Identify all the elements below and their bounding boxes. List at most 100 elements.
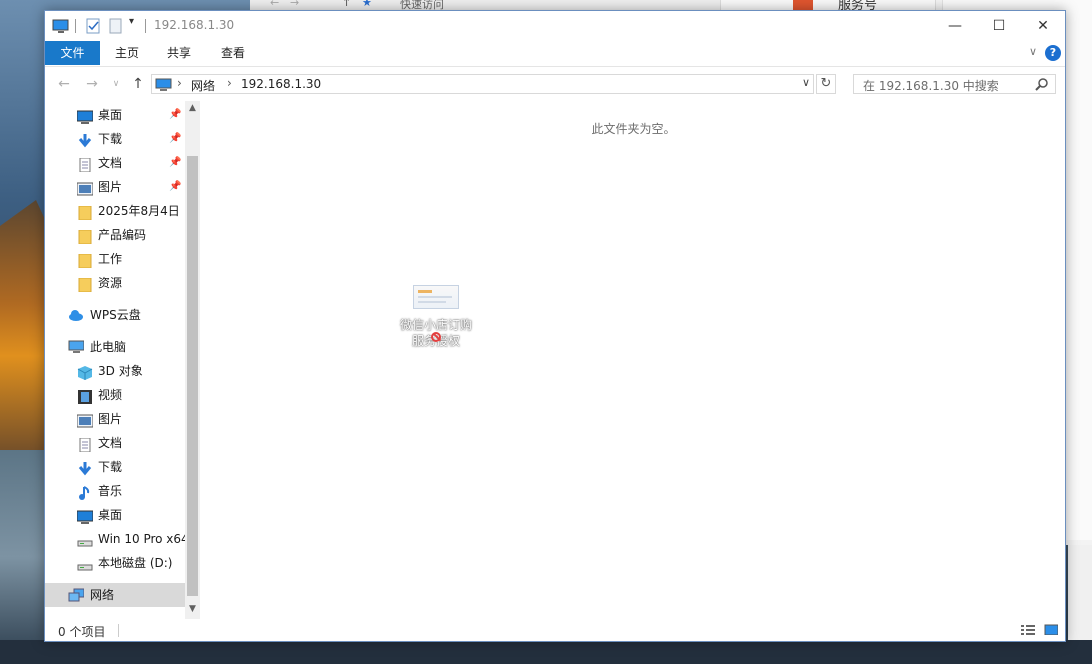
nav-item-pc-4[interactable]: 下载 <box>45 455 185 479</box>
nav-item-quick-access-1[interactable]: 下载 📌 <box>45 127 185 151</box>
tab-share[interactable]: 共享 <box>157 41 201 65</box>
folder-icon <box>77 252 93 269</box>
navigation-bar: ← → ∨ ↑ › 网络 › 192.168.1.30 ∨ ↻ 在 192.16… <box>45 67 1065 101</box>
divider <box>145 19 146 33</box>
nav-item-pc-1[interactable]: 视频 <box>45 383 185 407</box>
computer-icon <box>68 340 84 353</box>
forward-button[interactable]: → <box>81 75 103 93</box>
document-icon <box>77 156 93 173</box>
search-icon[interactable] <box>1035 77 1049 91</box>
scroll-thumb[interactable] <box>187 156 198 596</box>
scroll-up-icon[interactable]: ▲ <box>185 103 200 113</box>
ribbon-tabs: 文件 主页 共享 查看 ∨ ? <box>45 41 1065 67</box>
search-input[interactable]: 在 192.168.1.30 中搜索 <box>863 77 999 94</box>
window-title: 192.168.1.30 <box>154 18 235 32</box>
help-icon[interactable]: ? <box>1045 45 1061 61</box>
3d-objects-icon <box>77 364 93 380</box>
nav-item-pc-3[interactable]: 文档 <box>45 431 185 455</box>
pin-icon[interactable]: 📌 <box>169 127 181 151</box>
breadcrumb-network[interactable]: 网络 <box>191 77 215 94</box>
navigation-pane: 桌面 📌 下载 📌 文档 📌 图片 📌 2025年8月4日 产品编码 工作 资源 WPS云盘 此电脑 … <box>45 101 201 619</box>
item-count: 0 个项目 <box>58 625 106 639</box>
divider <box>75 19 76 33</box>
minimize-button[interactable]: — <box>932 11 978 41</box>
nav-item-label: 工作 <box>98 252 123 266</box>
nav-item-pc-2[interactable]: 图片 <box>45 407 185 431</box>
download-icon <box>77 460 93 476</box>
nav-item-label: 桌面 <box>98 508 123 522</box>
customize-toolbar-icon[interactable]: ▾ <box>129 16 134 34</box>
folder-icon <box>77 228 93 245</box>
breadcrumb-host[interactable]: 192.168.1.30 <box>241 77 321 91</box>
title-bar[interactable]: ▾ 192.168.1.30 — ☐ ✕ <box>45 11 1065 41</box>
close-button[interactable]: ✕ <box>1020 11 1066 41</box>
file-thumbnail <box>413 285 459 309</box>
pin-icon[interactable]: 📌 <box>169 151 181 175</box>
nav-item-label: 图片 <box>98 412 123 426</box>
tab-home[interactable]: 主页 <box>105 41 149 65</box>
cloud-icon <box>69 310 83 321</box>
details-view-icon[interactable] <box>1021 624 1035 635</box>
nav-item-label: 网络 <box>90 588 115 602</box>
maximize-button[interactable]: ☐ <box>976 11 1022 41</box>
nav-item-quick-access-6[interactable]: 工作 <box>45 247 185 271</box>
drag-ghost: 微信小店订购服务授权 <box>396 285 476 349</box>
drive-icon <box>77 532 93 547</box>
forward-arrow-icon: → <box>290 0 300 9</box>
up-button[interactable]: ↑ <box>127 75 149 93</box>
nav-item-pc-5[interactable]: 音乐 <box>45 479 185 503</box>
nav-item-pc-8[interactable]: 本地磁盘 (D:) <box>45 551 185 575</box>
nav-item-quick-access-2[interactable]: 文档 📌 <box>45 151 185 175</box>
nav-item-network[interactable]: 网络 <box>45 583 185 607</box>
nav-item-quick-access-5[interactable]: 产品编码 <box>45 223 185 247</box>
refresh-button[interactable]: ↻ <box>816 74 836 94</box>
download-icon <box>77 132 93 148</box>
nav-item-this-pc[interactable]: 此电脑 <box>45 335 185 359</box>
nav-item-pc-6[interactable]: 桌面 <box>45 503 185 527</box>
nav-item-quick-access-7[interactable]: 资源 <box>45 271 185 295</box>
nav-item-label: 桌面 <box>98 108 123 122</box>
nav-item-wps-cloud[interactable]: WPS云盘 <box>45 303 185 327</box>
new-folder-icon[interactable] <box>108 17 124 35</box>
nav-item-label: 2025年8月4日 <box>98 204 180 218</box>
computer-icon <box>155 78 172 91</box>
desktop-icon <box>76 508 94 524</box>
back-button[interactable]: ← <box>53 75 75 93</box>
search-box[interactable]: 在 192.168.1.30 中搜索 <box>853 74 1056 94</box>
nav-item-quick-access-3[interactable]: 图片 📌 <box>45 175 185 199</box>
folder-icon <box>77 276 93 293</box>
file-list-area[interactable]: 此文件夹为空。 微信小店订购服务授权 <box>202 101 1065 619</box>
nav-item-label: 3D 对象 <box>98 364 143 378</box>
picture-icon <box>76 412 94 428</box>
video-icon <box>77 388 93 404</box>
picture-icon <box>76 180 94 196</box>
nav-item-pc-0[interactable]: 3D 对象 <box>45 359 185 383</box>
tab-file[interactable]: 文件 <box>45 41 100 65</box>
expand-ribbon-icon[interactable]: ∨ <box>1029 45 1037 58</box>
back-arrow-icon: ← <box>270 0 280 9</box>
address-bar[interactable]: › 网络 › 192.168.1.30 ∨ <box>151 74 814 94</box>
nav-item-pc-7[interactable]: Win 10 Pro x64 <box>45 527 185 551</box>
nav-item-label: 下载 <box>98 460 123 474</box>
nav-item-label: 图片 <box>98 180 123 194</box>
desktop-icon <box>76 108 94 124</box>
pin-icon[interactable]: 📌 <box>169 103 181 127</box>
recent-locations-icon[interactable]: ∨ <box>105 75 127 93</box>
large-icons-view-icon[interactable] <box>1044 624 1058 635</box>
nav-item-quick-access-0[interactable]: 桌面 📌 <box>45 103 185 127</box>
tab-view[interactable]: 查看 <box>211 41 255 65</box>
breadcrumb-chevron-icon[interactable]: › <box>227 76 232 90</box>
computer-icon <box>52 19 69 33</box>
pin-icon[interactable]: 📌 <box>169 175 181 199</box>
nav-item-quick-access-4[interactable]: 2025年8月4日 <box>45 199 185 223</box>
nav-item-label: 资源 <box>98 276 123 290</box>
breadcrumb-chevron-icon[interactable]: › <box>177 76 182 90</box>
scroll-down-icon[interactable]: ▼ <box>185 604 200 614</box>
nav-item-label: 音乐 <box>98 484 123 498</box>
explorer-window: ▾ 192.168.1.30 — ☐ ✕ 文件 主页 共享 查看 ∨ ? ← →… <box>44 10 1066 642</box>
address-dropdown-icon[interactable]: ∨ <box>802 76 810 89</box>
properties-icon[interactable] <box>85 17 101 35</box>
nav-item-label: 产品编码 <box>98 228 147 242</box>
nav-scrollbar[interactable]: ▲ ▼ <box>185 101 200 619</box>
star-icon: ★ <box>362 0 372 9</box>
